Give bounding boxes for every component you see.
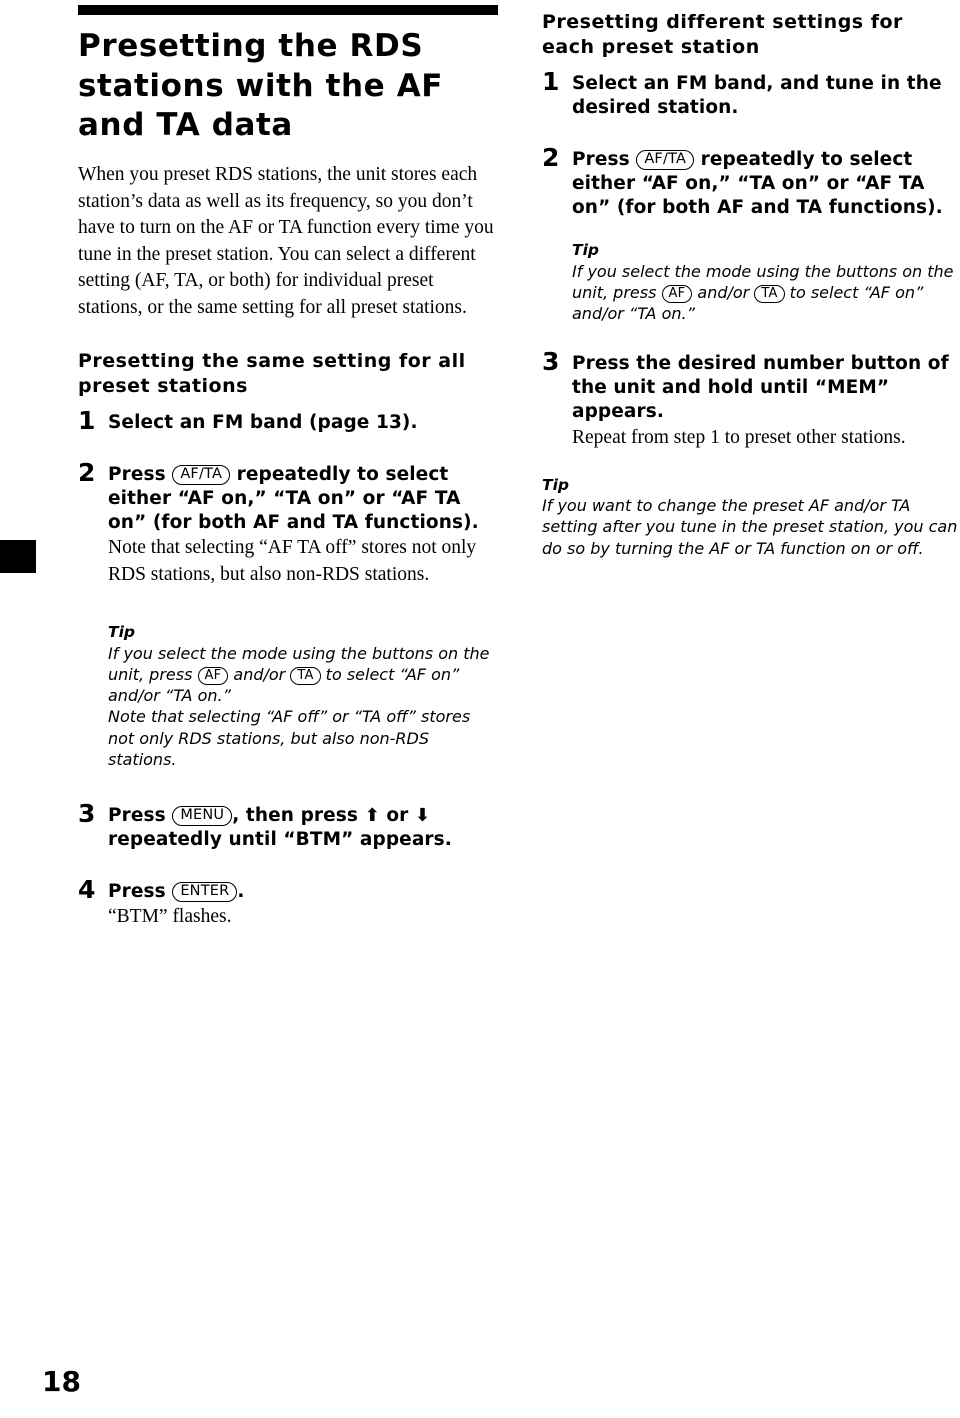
step-text-before-key: Press: [108, 881, 166, 903]
step-number: 1: [78, 406, 96, 436]
step-heading: Select an FM band (page 13).: [108, 411, 498, 435]
step-note: “BTM” flashes.: [108, 906, 232, 928]
tip-block-left: Tip If you select the mode using the but…: [78, 622, 498, 770]
step-number: 2: [78, 458, 96, 488]
step-heading: Press AF/TA repeatedly to select either …: [108, 463, 498, 535]
tip-paragraph-1: If you select the mode using the buttons…: [108, 643, 498, 707]
step-4: 4 Press ENTER. “BTM” flashes.: [78, 875, 498, 931]
key-ta-button[interactable]: TA: [290, 666, 321, 686]
step-3: 3 Press MENU, then press ⬆ or ⬇ repeated…: [78, 799, 498, 852]
tip-text-mid: and/or: [233, 664, 286, 684]
step-text-before-key: Press: [572, 149, 630, 171]
page-number: 18: [42, 1365, 81, 1398]
step-number: 3: [78, 799, 96, 829]
step-note: Note that selecting “AF TA off” stores n…: [108, 537, 477, 585]
key-menu-button[interactable]: MENU: [172, 806, 233, 827]
step-text-after: repeatedly until “BTM” appears.: [108, 829, 452, 851]
tip-paragraph: If you want to change the preset AF and/…: [542, 496, 958, 558]
margin-thumb-tab: [0, 540, 36, 573]
step-heading: Press the desired number button of the u…: [572, 353, 949, 423]
step-text-before-key: Press: [108, 805, 166, 827]
step-heading: Select an FM band, and tune in the desir…: [572, 73, 942, 119]
intro-paragraph: When you preset RDS stations, the unit s…: [78, 164, 494, 318]
step-text: Select an FM band (page 13).: [108, 412, 418, 434]
step-text-before-key: Press: [108, 464, 166, 486]
step-text-or: or: [386, 805, 409, 827]
arrow-up-icon: ⬆: [364, 805, 380, 827]
step-heading: Press MENU, then press ⬆ or ⬇ repeatedly…: [108, 804, 498, 852]
tip-block-right-1: Tip If you select the mode using the but…: [572, 240, 960, 324]
key-af-button[interactable]: AF: [661, 284, 693, 304]
right-column: Presetting different settings for each p…: [542, 0, 960, 559]
step-2: 2 Press AF/TA repeatedly to select eithe…: [542, 143, 960, 324]
step-3: 3 Press the desired number button of the…: [542, 347, 960, 451]
step-number: 4: [78, 875, 96, 905]
step-text-after-key: .: [237, 881, 245, 903]
manual-page: Presetting the RDS stations with the AF …: [0, 0, 960, 1418]
step-number: 2: [542, 143, 560, 173]
section-title-different-settings: Presetting different settings for each p…: [542, 11, 903, 59]
arrow-down-icon: ⬇: [414, 805, 431, 827]
key-enter-button[interactable]: ENTER: [172, 882, 238, 903]
tip-text-mid: and/or: [697, 282, 750, 302]
chapter-rule: [78, 5, 498, 15]
left-column: Presetting the RDS stations with the AF …: [78, 0, 498, 931]
step-heading: Press AF/TA repeatedly to select either …: [572, 148, 960, 220]
step-1: 1 Select an FM band, and tune in the des…: [542, 67, 960, 120]
step-text-mid: , then press: [232, 805, 359, 827]
step-note: Repeat from step 1 to preset other stati…: [572, 426, 906, 448]
key-af-ta-button[interactable]: AF/TA: [172, 465, 231, 486]
tip-block-right-2: Tip If you want to change the preset AF …: [542, 475, 960, 559]
tip-label: Tip: [542, 476, 569, 495]
page-title: Presetting the RDS stations with the AF …: [78, 28, 444, 144]
tip-label: Tip: [108, 623, 135, 642]
key-af-button[interactable]: AF: [197, 666, 229, 686]
key-af-ta-button[interactable]: AF/TA: [636, 150, 695, 171]
section-title-same-setting: Presetting the same setting for all pres…: [78, 350, 466, 398]
step-1: 1 Select an FM band (page 13).: [78, 406, 498, 436]
tip-label: Tip: [572, 241, 599, 260]
tip-paragraph-2: Note that selecting “AF off” or “TA off”…: [108, 707, 471, 770]
step-heading: Press ENTER.: [108, 880, 498, 904]
step-number: 3: [542, 347, 560, 377]
step-2: 2 Press AF/TA repeatedly to select eithe…: [78, 458, 498, 588]
key-ta-button[interactable]: TA: [754, 284, 785, 304]
step-number: 1: [542, 67, 560, 97]
tip-paragraph: If you select the mode using the buttons…: [572, 261, 960, 325]
